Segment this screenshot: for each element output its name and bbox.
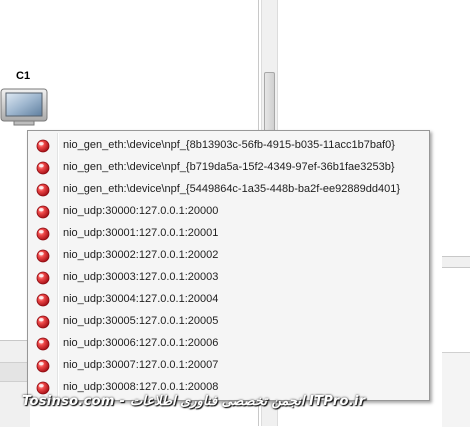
red-status-led-icon (36, 248, 50, 263)
menu-item-interface[interactable]: nio_udp:30003:127.0.0.1:20003 (30, 266, 427, 288)
red-status-led-icon (36, 204, 50, 219)
monitor-icon[interactable] (0, 88, 48, 128)
menu-item-interface[interactable]: nio_udp:30007:127.0.0.1:20007 (30, 354, 427, 376)
menu-item-label: nio_udp:30002:127.0.0.1:20002 (63, 249, 219, 261)
menu-item-interface[interactable]: nio_gen_eth:\device\npf_{5449864c-1a35-4… (30, 178, 427, 200)
red-status-led-icon (36, 314, 50, 329)
menu-item-label: nio_udp:30000:127.0.0.1:20000 (63, 205, 219, 217)
left-lower-panel (0, 340, 30, 427)
node-label: C1 (16, 70, 31, 82)
menu-item-label: nio_udp:30008:127.0.0.1:20008 (63, 381, 219, 393)
red-status-led-icon (36, 292, 50, 307)
watermark: Tosinso.com - انجمن تخصصی فناوری اطلاعات… (22, 394, 366, 409)
red-status-led-icon (36, 358, 50, 373)
interface-context-menu: nio_gen_eth:\device\npf_{8b13903c-56fb-4… (27, 130, 430, 401)
menu-item-interface[interactable]: nio_gen_eth:\device\npf_{b719da5a-15f2-4… (30, 156, 427, 178)
menu-item-label: nio_gen_eth:\device\npf_{5449864c-1a35-4… (63, 183, 401, 195)
red-status-led-icon (36, 138, 50, 153)
menu-item-label: nio_udp:30007:127.0.0.1:20007 (63, 359, 219, 371)
menu-item-interface[interactable]: nio_udp:30006:127.0.0.1:20006 (30, 332, 427, 354)
red-status-led-icon (36, 336, 50, 351)
menu-item-interface[interactable]: nio_udp:30002:127.0.0.1:20002 (30, 244, 427, 266)
red-status-led-icon (36, 160, 50, 175)
menu-item-interface[interactable]: nio_udp:30005:127.0.0.1:20005 (30, 310, 427, 332)
red-status-led-icon (36, 226, 50, 241)
menu-item-label: nio_gen_eth:\device\npf_{8b13903c-56fb-4… (63, 139, 395, 151)
menu-item-label: nio_udp:30006:127.0.0.1:20006 (63, 337, 219, 349)
menu-item-interface[interactable]: nio_udp:30004:127.0.0.1:20004 (30, 288, 427, 310)
red-status-led-icon (36, 182, 50, 197)
right-lower-panel (442, 352, 470, 427)
right-panel-strip (442, 256, 470, 268)
menu-item-interface[interactable]: nio_udp:30000:127.0.0.1:20000 (30, 200, 427, 222)
menu-item-interface[interactable]: nio_udp:30001:127.0.0.1:20001 (30, 222, 427, 244)
menu-item-interface[interactable]: nio_gen_eth:\device\npf_{8b13903c-56fb-4… (30, 134, 427, 156)
menu-item-label: nio_udp:30003:127.0.0.1:20003 (63, 271, 219, 283)
red-status-led-icon (36, 270, 50, 285)
menu-item-label: nio_gen_eth:\device\npf_{b719da5a-15f2-4… (63, 161, 395, 173)
red-status-led-icon (36, 380, 50, 395)
menu-item-label: nio_udp:30004:127.0.0.1:20004 (63, 293, 219, 305)
left-panel-strip (0, 362, 30, 382)
menu-item-label: nio_udp:30001:127.0.0.1:20001 (63, 227, 219, 239)
menu-item-label: nio_udp:30005:127.0.0.1:20005 (63, 315, 219, 327)
